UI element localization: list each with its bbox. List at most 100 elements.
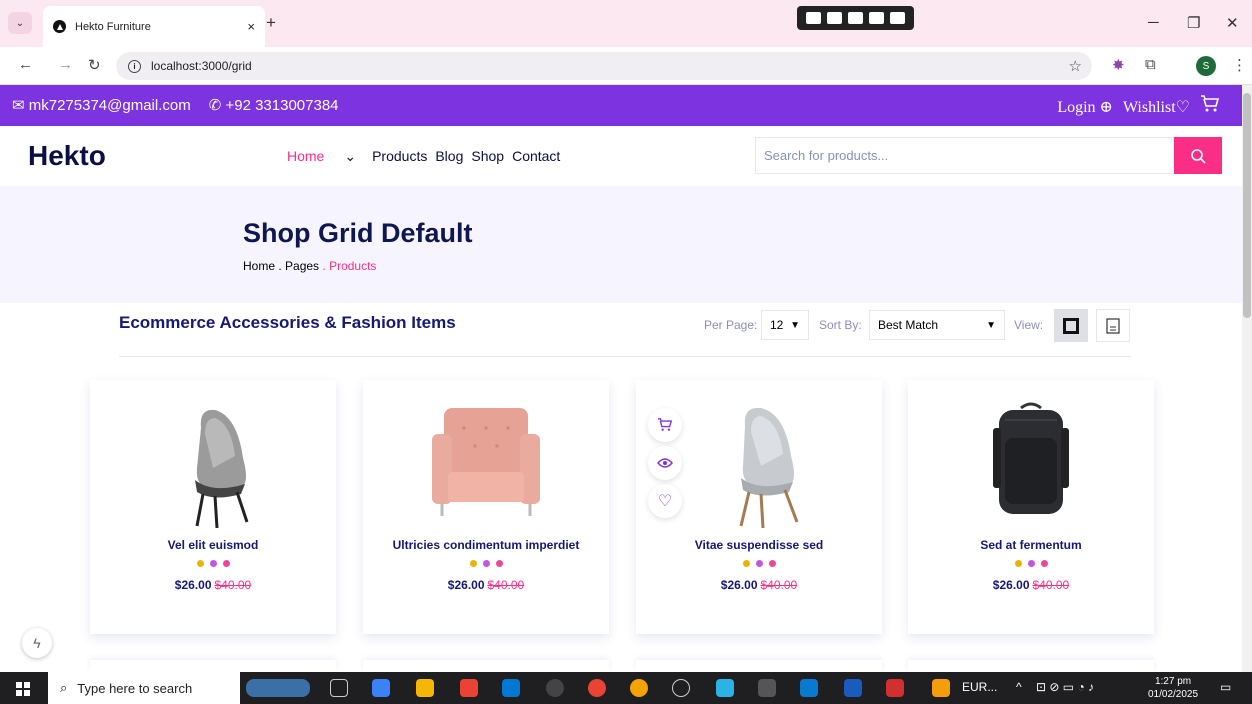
- copilot-icon[interactable]: [372, 679, 390, 697]
- grid-view-button[interactable]: [1054, 309, 1088, 342]
- browser-menu-icon[interactable]: ⋮: [1232, 56, 1247, 74]
- reload-icon[interactable]: ↻: [88, 56, 101, 74]
- per-page-select[interactable]: 12 ▼: [761, 310, 809, 340]
- login-label: Login: [1057, 98, 1096, 116]
- bookmark-star-icon[interactable]: ☆: [1069, 57, 1082, 75]
- phone-contact[interactable]: ✆ +92 3313007384: [209, 96, 339, 114]
- cart-icon: [658, 418, 673, 431]
- forward-icon[interactable]: →: [58, 56, 73, 73]
- chatgpt-icon[interactable]: [546, 679, 564, 697]
- video-icon[interactable]: [848, 12, 863, 24]
- nav-products[interactable]: Products: [372, 148, 427, 165]
- price-current: $26.00: [447, 578, 485, 592]
- screen-capture-toolbar[interactable]: [797, 6, 914, 30]
- product-name[interactable]: Vel elit euismod: [90, 538, 336, 552]
- tray-chevron-up-icon[interactable]: ^: [1016, 680, 1022, 694]
- capture-icon[interactable]: [806, 12, 821, 24]
- nav-dropdown-chevron-icon[interactable]: ⌄: [344, 148, 356, 165]
- product-card[interactable]: ♡ Vitae suspendisse sed $26.00 $40.00: [636, 380, 882, 634]
- product-name[interactable]: Vitae suspendisse sed: [636, 538, 882, 552]
- breadcrumb-home[interactable]: Home: [243, 259, 275, 273]
- product-image: [195, 409, 249, 528]
- extension-icon[interactable]: ✸: [1112, 56, 1125, 74]
- sort-by-select[interactable]: Best Match ▼: [869, 310, 1005, 340]
- scrollbar-thumb[interactable]: [1243, 93, 1251, 318]
- tab-search-button[interactable]: ⌄: [8, 12, 32, 34]
- dev-tools-indicator-icon[interactable]: ϟ: [22, 628, 52, 658]
- wishlist-link[interactable]: Wishlist♡: [1123, 97, 1190, 117]
- file-explorer-icon[interactable]: [416, 679, 434, 697]
- nav-blog[interactable]: Blog: [435, 148, 463, 165]
- product-name[interactable]: Ultricies condimentum imperdiet: [363, 538, 609, 552]
- product-card[interactable]: Ultricies condimentum imperdiet $26.00 $4…: [363, 380, 609, 634]
- site-header: Hekto Home ⌄ Products Blog Shop Contact …: [0, 126, 1242, 186]
- new-tab-button[interactable]: +: [266, 13, 276, 33]
- gmail-icon[interactable]: [460, 679, 478, 697]
- address-bar[interactable]: i localhost:3000/grid ☆: [116, 52, 1092, 80]
- site-logo[interactable]: Hekto: [28, 140, 106, 172]
- terminal-icon[interactable]: [758, 679, 776, 697]
- color-dots: [90, 560, 336, 567]
- notifications-icon[interactable]: ▭: [1220, 680, 1231, 694]
- site-favicon-icon: [53, 20, 66, 33]
- quick-view-button[interactable]: [648, 446, 682, 480]
- price-old: $40.00: [487, 578, 525, 592]
- search-input[interactable]: Search for products...: [755, 137, 1175, 174]
- window-icon[interactable]: [869, 12, 884, 24]
- product-card[interactable]: Sed at fermentum $26.00 $40.00: [908, 380, 1154, 634]
- store-icon[interactable]: [502, 679, 520, 697]
- nav-home[interactable]: Home: [287, 148, 324, 165]
- widgets-icon[interactable]: [246, 679, 310, 697]
- restore-icon[interactable]: ❐: [1187, 14, 1200, 32]
- vscode-icon[interactable]: [800, 679, 818, 697]
- task-view-icon[interactable]: [330, 679, 348, 697]
- product-name[interactable]: Sed at fermentum: [908, 538, 1154, 552]
- tray-icons[interactable]: ⊡ ⊘ ▭ ◔ ♪: [1036, 680, 1094, 694]
- window-close-icon[interactable]: ✕: [1226, 14, 1239, 32]
- word-icon[interactable]: [844, 679, 862, 697]
- search-button[interactable]: [1174, 137, 1222, 174]
- main-nav: Home ⌄ Products Blog Shop Contact: [287, 148, 560, 165]
- phone-icon: ✆: [208, 97, 222, 114]
- page-scrollbar[interactable]: [1242, 85, 1252, 672]
- site-info-icon[interactable]: i: [128, 59, 141, 73]
- breadcrumb-pages[interactable]: . Pages: [278, 259, 319, 273]
- acrobat-icon[interactable]: [886, 679, 904, 697]
- profile-avatar[interactable]: S: [1196, 56, 1216, 76]
- currency-icon[interactable]: [932, 679, 950, 697]
- browser-tab[interactable]: Hekto Furniture ×: [43, 6, 265, 47]
- list-view-button[interactable]: [1096, 309, 1130, 342]
- windows-start-icon[interactable]: [16, 682, 30, 696]
- price-old: $40.00: [1032, 578, 1070, 592]
- clock-date: 01/02/2025: [1148, 689, 1199, 700]
- chevron-down-icon: ▼: [986, 319, 996, 331]
- gear-icon[interactable]: [890, 12, 905, 24]
- tab-close-icon[interactable]: ×: [247, 19, 255, 34]
- taskbar-search-input[interactable]: ⌕ Type here to search: [48, 672, 240, 704]
- add-to-cart-button[interactable]: [648, 408, 682, 442]
- nav-contact[interactable]: Contact: [512, 148, 560, 165]
- camera-icon[interactable]: [827, 12, 842, 24]
- add-to-wishlist-button[interactable]: ♡: [648, 484, 682, 518]
- minimize-icon[interactable]: ─: [1148, 14, 1159, 31]
- product-price: $26.00 $40.00: [363, 578, 609, 592]
- sort-by-value: Best Match: [878, 318, 939, 332]
- cart-icon[interactable]: [1200, 95, 1220, 118]
- github-icon[interactable]: [672, 679, 690, 697]
- search-icon: [1191, 148, 1206, 164]
- photos-icon[interactable]: [716, 679, 734, 697]
- chrome-alt-icon[interactable]: [630, 679, 648, 697]
- taskbar-clock[interactable]: 1:27 pm 01/02/2025: [1148, 675, 1198, 701]
- email-contact[interactable]: ✉ mk7275374@gmail.com: [12, 96, 191, 114]
- login-link[interactable]: Login ⊕: [1057, 97, 1113, 117]
- nav-shop[interactable]: Shop: [471, 148, 504, 165]
- extensions-puzzle-icon[interactable]: ⧉: [1145, 56, 1156, 73]
- currency-ticker[interactable]: EUR...: [962, 680, 997, 694]
- view-label: View:: [1014, 318, 1044, 332]
- product-card-next-row: [908, 660, 1154, 672]
- url-text: localhost:3000/grid: [151, 59, 252, 73]
- chrome-icon[interactable]: [588, 679, 606, 697]
- back-icon[interactable]: ←: [18, 56, 33, 73]
- product-card[interactable]: Vel elit euismod $26.00 $40.00: [90, 380, 336, 634]
- browser-tab-strip: ⌄ Hekto Furniture × + ─ ❐ ✕: [0, 0, 1252, 47]
